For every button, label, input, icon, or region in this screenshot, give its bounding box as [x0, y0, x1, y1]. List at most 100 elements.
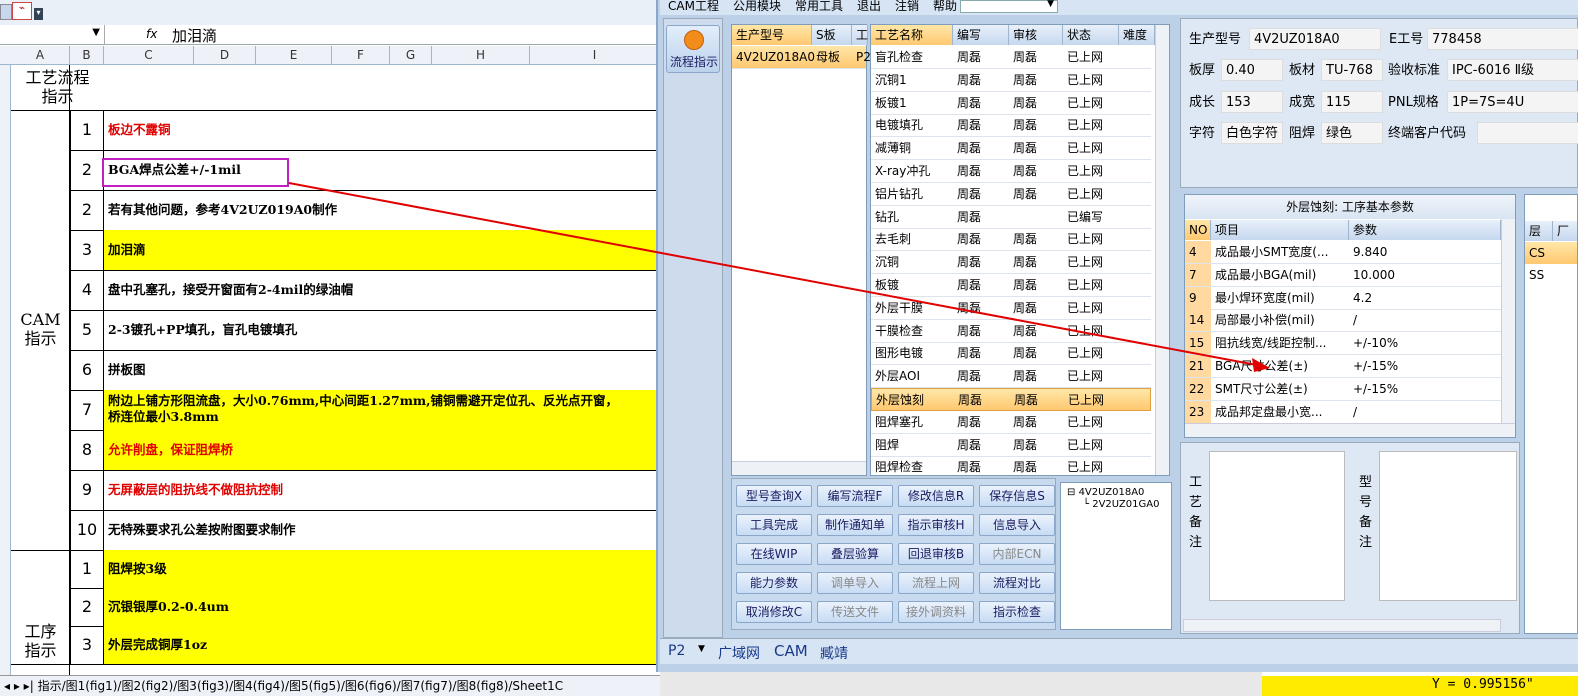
process-col-header[interactable]: 难度	[1119, 25, 1155, 45]
mask-field[interactable]: 绿色	[1321, 122, 1383, 144]
column-header[interactable]: A	[11, 46, 70, 65]
action-button[interactable]: 回退审核B	[898, 543, 974, 565]
row-number[interactable]: 9	[70, 470, 104, 510]
notes-hscrollbar[interactable]	[1183, 619, 1501, 632]
process-col-header[interactable]: 工艺名称	[871, 25, 953, 45]
column-header[interactable]: H	[432, 46, 530, 65]
column-header[interactable]: C	[104, 46, 194, 65]
params-col-header[interactable]: 参数	[1349, 220, 1501, 240]
params-row[interactable]: 23 成品邦定盘最小宽... /	[1185, 400, 1501, 424]
tree-child[interactable]: └ 2V2UZ01GA0	[1083, 499, 1159, 510]
action-button[interactable]: 修改信息R	[898, 485, 974, 507]
instruction-cell[interactable]: 加泪滴	[104, 230, 660, 270]
action-button[interactable]: 调单导入	[817, 572, 893, 594]
action-button[interactable]: 叠层验算	[817, 543, 893, 565]
process-row[interactable]: 盲孔检查 周磊 周磊 已上网	[871, 46, 1151, 69]
process-row[interactable]: X-ray冲孔 周磊 周磊 已上网	[871, 160, 1151, 183]
instruction-cell[interactable]: 沉银银厚0.2-0.4um	[104, 588, 660, 626]
action-button[interactable]: 保存信息S	[979, 485, 1055, 507]
row-number[interactable]: 2	[70, 150, 104, 190]
len-field[interactable]: 153	[1221, 91, 1283, 113]
row-number[interactable]: 5	[70, 310, 104, 350]
process-row[interactable]: 沉铜 周磊 周磊 已上网	[871, 251, 1151, 275]
action-button[interactable]: 型号查询X	[736, 485, 812, 507]
char-field[interactable]: 白色字符	[1221, 122, 1283, 144]
model-notes-field[interactable]	[1379, 451, 1517, 601]
action-button[interactable]: 内部ECN	[979, 543, 1055, 565]
column-header[interactable]: I	[530, 46, 660, 65]
column-header[interactable]: D	[194, 46, 256, 65]
instruction-cell[interactable]: 板边不露铜	[104, 110, 660, 150]
process-row[interactable]: 外层蚀刻 周磊 周磊 已上网	[871, 388, 1151, 411]
menu-item[interactable]: 帮助	[933, 0, 957, 13]
tech-col-header[interactable]: 工	[852, 25, 868, 45]
params-row[interactable]: 9 最小焊环宽度(mil) 4.2	[1185, 286, 1501, 310]
layer-row-cs[interactable]: CS	[1525, 242, 1577, 264]
menu-item[interactable]: 注销	[895, 0, 919, 13]
process-row[interactable]: 阻焊 周磊 周磊 已上网	[871, 434, 1151, 457]
process-vscrollbar[interactable]	[1155, 25, 1169, 475]
proc-notes-field[interactable]	[1209, 451, 1345, 601]
params-row[interactable]: 15 阻抗线宽/线距控制... +/-10%	[1185, 332, 1501, 356]
sheet-tabs[interactable]: ◂ ▸ ▸| 指示/图1(fig1)/图2(fig2)/图3(fig3)/图4(…	[0, 675, 660, 696]
action-button[interactable]: 工具完成	[736, 514, 812, 536]
instruction-cell[interactable]: 阻焊按3级	[104, 550, 660, 588]
row-number[interactable]: 10	[70, 510, 104, 550]
thick-field[interactable]: 0.40	[1221, 59, 1283, 81]
menu-item[interactable]: CAM工程	[668, 0, 719, 13]
params-col-header[interactable]: 项目	[1211, 220, 1349, 240]
model-col-header[interactable]: 生产型号	[732, 25, 812, 45]
wid-field[interactable]: 115	[1321, 91, 1383, 113]
menu-item[interactable]: 退出	[857, 0, 881, 13]
instruction-cell[interactable]: 拼板图	[104, 350, 660, 390]
toolbar-icon[interactable]	[0, 4, 12, 20]
column-header[interactable]: G	[390, 46, 432, 65]
layer-col-header[interactable]: 层	[1525, 221, 1553, 241]
params-row[interactable]: 4 成品最小SMT宽度(... 9.840	[1185, 241, 1501, 264]
e-field[interactable]: 778458	[1427, 28, 1578, 50]
status-p2[interactable]: P2	[668, 643, 685, 659]
action-button[interactable]: 指示审核H	[898, 514, 974, 536]
instruction-cell[interactable]: 2-3镀孔+PP填孔，盲孔电镀填孔	[104, 310, 660, 350]
action-button[interactable]: 在线WIP	[736, 543, 812, 565]
process-row[interactable]: 阻焊塞孔 周磊 周磊 已上网	[871, 411, 1151, 434]
action-button[interactable]: 接外调资料	[898, 601, 974, 623]
row-number[interactable]: 4	[70, 270, 104, 310]
params-hscrollbar[interactable]	[1185, 423, 1515, 437]
process-row[interactable]: 外层干膜 周磊 周磊 已上网	[871, 297, 1151, 320]
sheet-tab-list[interactable]: 指示/图1(fig1)/图2(fig2)/图3(fig3)/图4(fig4)/图…	[38, 679, 564, 693]
model-row[interactable]: 4V2UZ018A0 母板 P2	[732, 46, 871, 69]
process-col-header[interactable]: 审核	[1009, 25, 1063, 45]
action-button[interactable]: 指示检查	[979, 601, 1055, 623]
params-row[interactable]: 14 局部最小补偿(mil) /	[1185, 309, 1501, 333]
action-button[interactable]: 流程对比	[979, 572, 1055, 594]
cust-field[interactable]	[1477, 122, 1578, 144]
instruction-cell[interactable]: 若有其他问题，参考4V2UZ019A0制作	[104, 190, 660, 230]
action-button[interactable]: 制作通知单	[817, 514, 893, 536]
instruction-cell[interactable]: 无特殊要求孔公差按附图要求制作	[104, 510, 660, 550]
flow-button[interactable]: 流程指示	[666, 25, 720, 73]
menu-item[interactable]: 公用模块	[733, 0, 781, 13]
layer-col-header-2[interactable]: 厂	[1553, 221, 1577, 241]
process-row[interactable]: 阻焊检查 周磊 周磊 已上网	[871, 456, 1151, 475]
action-button[interactable]: 传送文件	[817, 601, 893, 623]
formula-value[interactable]: 加泪滴	[172, 25, 217, 46]
process-col-header[interactable]: 状态	[1063, 25, 1119, 45]
instruction-cell[interactable]: 允许削盘，保证阻焊桥	[104, 430, 660, 470]
action-button[interactable]: 流程上网	[898, 572, 974, 594]
action-button[interactable]: 取消修改C	[736, 601, 812, 623]
row-number[interactable]: 1	[70, 110, 104, 150]
column-header[interactable]: E	[256, 46, 332, 65]
sboard-col-header[interactable]: S板	[812, 25, 852, 45]
process-row[interactable]: 板镀1 周磊 周磊 已上网	[871, 92, 1151, 115]
row-number[interactable]: 3	[70, 230, 104, 270]
name-box[interactable]: ▼	[0, 25, 105, 44]
fx-icon[interactable]: fx	[146, 27, 157, 41]
instruction-cell[interactable]: 外层完成铜厚1oz	[104, 626, 660, 664]
process-col-header[interactable]: 编写	[953, 25, 1009, 45]
instruction-cell[interactable]: 附边上铺方形阻流盘，大小0.76mm,中心间距1.27mm,铺铜需避开定位孔、反…	[104, 390, 660, 430]
process-row[interactable]: 铝片钻孔 周磊 周磊 已上网	[871, 183, 1151, 206]
process-row[interactable]: 外层AOI 周磊 周磊 已上网	[871, 365, 1151, 389]
material-field[interactable]: TU-768	[1321, 59, 1383, 81]
params-vscrollbar[interactable]	[1501, 219, 1515, 423]
